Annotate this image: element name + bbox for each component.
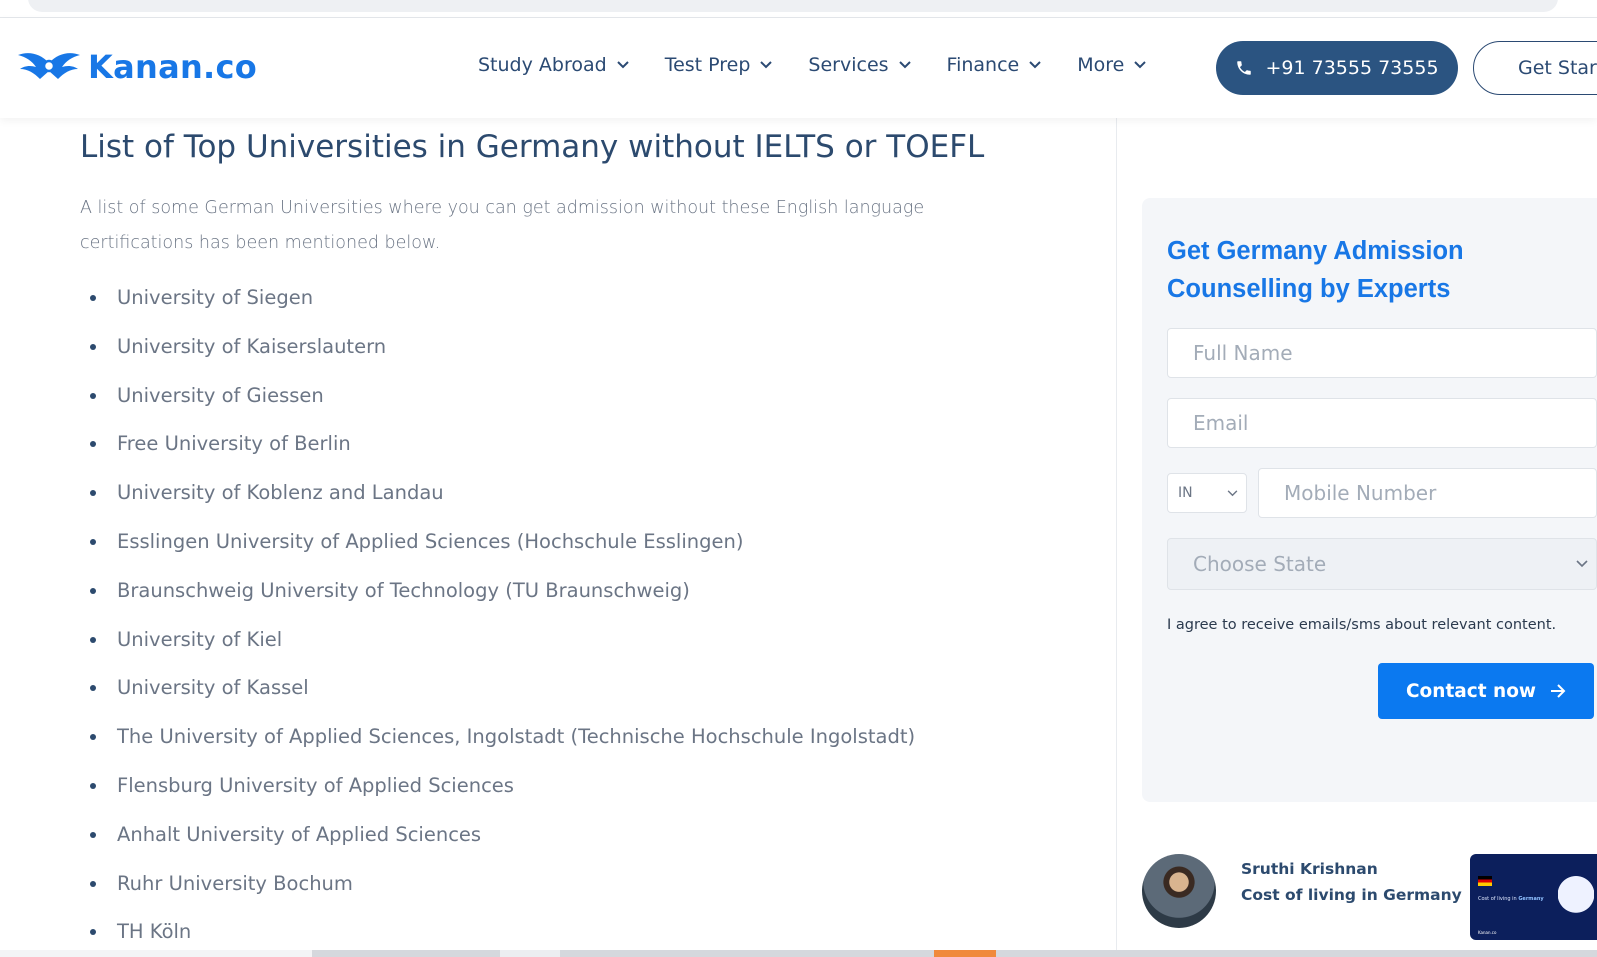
phone-label: +91 73555 73555 — [1265, 57, 1439, 79]
chevron-down-icon — [760, 61, 773, 69]
list-item: Braunschweig University of Technology (T… — [80, 573, 1080, 622]
wings-logo-icon — [18, 53, 80, 79]
nav-test-prep[interactable]: Test Prep — [665, 54, 773, 76]
article-title-link[interactable]: Cost of living in Germany — [1241, 886, 1462, 904]
placeholder: Email — [1193, 411, 1249, 435]
nav-label: Finance — [946, 54, 1020, 76]
university-list: University of Siegen University of Kaise… — [80, 280, 1080, 957]
site-header: Kanan.co Study Abroad Test Prep Services… — [0, 18, 1597, 118]
main-nav: Study Abroad Test Prep Services Finance … — [478, 54, 1182, 76]
list-item: University of Kiel — [80, 622, 1080, 671]
contact-now-label: Contact now — [1405, 680, 1536, 702]
arrow-right-icon — [1551, 684, 1566, 698]
browser-search-bar[interactable] — [28, 0, 1558, 12]
nav-study-abroad[interactable]: Study Abroad — [478, 54, 629, 76]
author-name[interactable]: Sruthi Krishnan — [1241, 860, 1378, 878]
thumb-caption: Cost of living in Germany — [1478, 896, 1544, 902]
column-divider — [1116, 118, 1117, 957]
thumb-logo: Kanan.co — [1478, 930, 1497, 935]
chevron-down-icon — [1029, 61, 1041, 69]
chevron-down-icon — [898, 61, 911, 69]
nav-finance[interactable]: Finance — [947, 54, 1042, 76]
list-item: Esslingen University of Applied Sciences… — [80, 524, 1080, 573]
get-started-label: Get Start — [1518, 57, 1597, 79]
state-select[interactable]: Choose State — [1167, 538, 1597, 590]
placeholder: Choose State — [1193, 552, 1327, 576]
chevron-down-icon — [1227, 489, 1238, 496]
nav-label: More — [1077, 54, 1125, 76]
list-item: Flensburg University of Applied Sciences — [80, 768, 1080, 817]
country-code-value: IN — [1178, 485, 1193, 501]
nav-label: Services — [808, 54, 889, 76]
scrollbar-segment — [0, 950, 312, 957]
intro-paragraph: A list of some German Universities where… — [80, 198, 925, 253]
get-started-button[interactable]: Get Start — [1473, 41, 1597, 95]
phone-button[interactable]: +91 73555 73555 — [1216, 41, 1458, 95]
page: Kanan.co Study Abroad Test Prep Services… — [0, 0, 1597, 957]
nav-label: Test Prep — [664, 54, 751, 76]
scrollbar-segment — [934, 950, 996, 957]
contact-now-button[interactable]: Contact now — [1378, 663, 1594, 719]
article-content: List of Top Universities in Germany with… — [80, 118, 1080, 957]
chevron-down-icon — [1576, 560, 1588, 568]
placeholder: Mobile Number — [1284, 481, 1437, 505]
germany-flag-icon — [1478, 876, 1492, 886]
logo-text: Kanan.co — [88, 48, 258, 86]
list-item: Free University of Berlin — [80, 426, 1080, 475]
phone-icon — [1237, 61, 1252, 75]
astronaut-illustration-icon — [1558, 872, 1594, 936]
list-item: Anhalt University of Applied Sciences — [80, 817, 1080, 866]
list-item: University of Koblenz and Landau — [80, 475, 1080, 524]
author-avatar[interactable] — [1142, 854, 1216, 928]
list-item: University of Giessen — [80, 378, 1080, 427]
counselling-form: Get Germany Admission Counselling by Exp… — [1142, 198, 1597, 802]
chevron-down-icon — [1134, 61, 1147, 69]
chevron-down-icon — [616, 61, 629, 69]
list-item: The University of Applied Sciences, Ingo… — [80, 719, 1080, 768]
list-item: University of Kaiserslautern — [80, 329, 1080, 378]
mobile-number-field[interactable]: Mobile Number — [1258, 468, 1597, 518]
email-field[interactable]: Email — [1167, 398, 1597, 448]
scrollbar-segment — [500, 950, 560, 957]
nav-label: Study Abroad — [478, 54, 607, 76]
consent-text: I agree to receive emails/sms about rele… — [1167, 617, 1557, 633]
list-item: University of Kassel — [80, 670, 1080, 719]
list-item: University of Siegen — [80, 280, 1080, 329]
full-name-field[interactable]: Full Name — [1167, 328, 1597, 378]
country-code-select[interactable]: IN — [1167, 473, 1247, 513]
nav-services[interactable]: Services — [808, 54, 911, 76]
list-item: Ruhr University Bochum — [80, 866, 1080, 915]
nav-more[interactable]: More — [1077, 54, 1147, 76]
form-title: Get Germany Admission Counselling by Exp… — [1167, 237, 1464, 303]
article-thumbnail[interactable]: Cost of living in Germany Kanan.co — [1470, 854, 1597, 940]
section-heading: List of Top Universities in Germany with… — [80, 129, 985, 165]
logo[interactable]: Kanan.co — [18, 48, 257, 86]
placeholder: Full Name — [1193, 341, 1293, 365]
